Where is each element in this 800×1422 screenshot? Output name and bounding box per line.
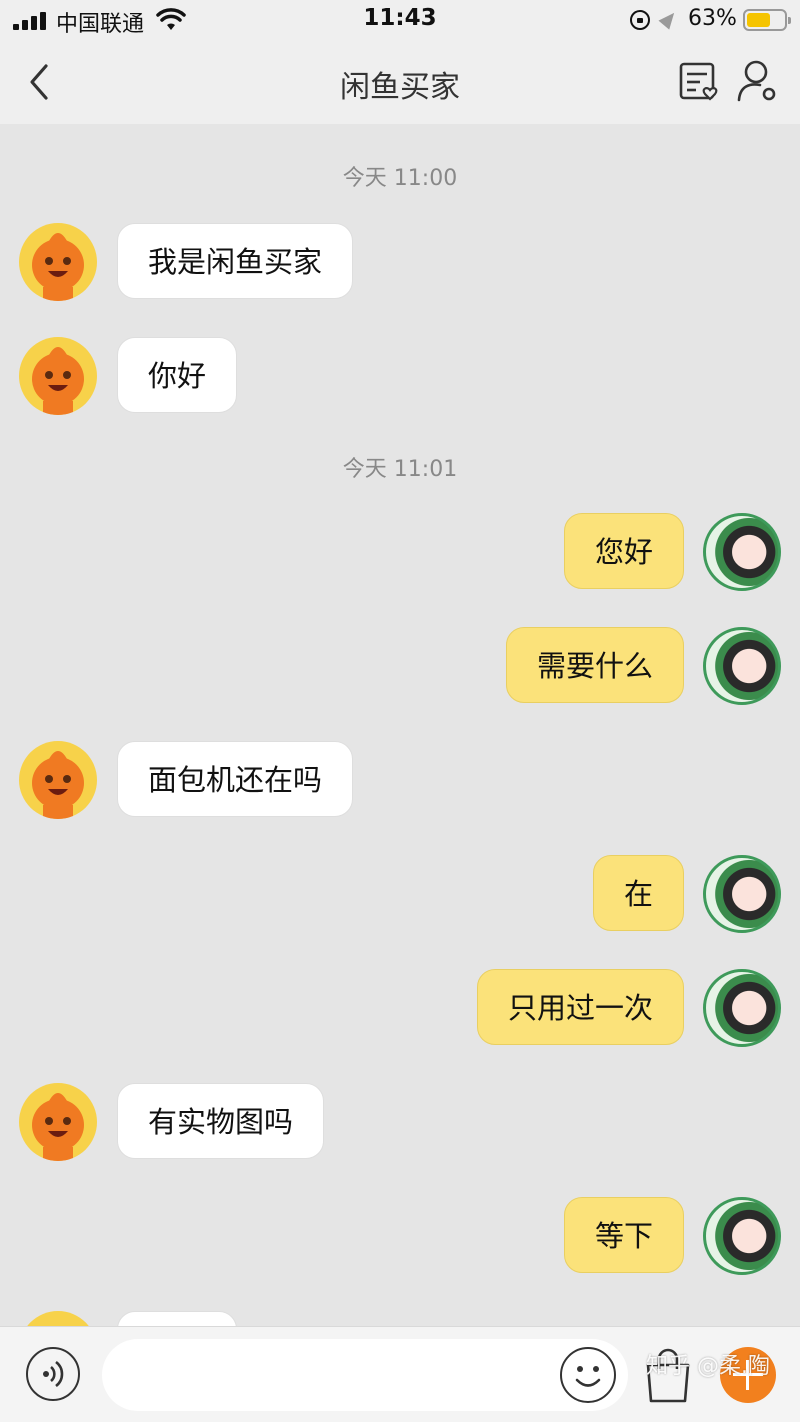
message-bubble[interactable]: 我是闲鱼买家 <box>117 223 354 299</box>
seller-avatar[interactable] <box>703 627 781 705</box>
emoji-icon[interactable] <box>560 1347 616 1403</box>
message-bubble[interactable]: 您好 <box>563 513 684 589</box>
buyer-avatar[interactable] <box>19 741 97 819</box>
seller-avatar[interactable] <box>703 969 781 1047</box>
message-bubble[interactable]: 需要什么 <box>505 627 684 703</box>
message-bubble[interactable]: 只用过一次 <box>476 969 684 1045</box>
buyer-avatar[interactable] <box>19 1083 97 1161</box>
user-settings-icon[interactable] <box>736 58 780 104</box>
timestamp: 今天 11:01 <box>342 457 458 482</box>
message-bubble[interactable]: 有实物图吗 <box>117 1083 325 1159</box>
voice-icon[interactable] <box>26 1347 80 1401</box>
seller-avatar[interactable] <box>703 855 781 933</box>
seller-avatar[interactable] <box>703 1197 781 1275</box>
status-bar: 中国联通 11:43 63% <box>0 0 800 40</box>
battery-icon <box>743 9 791 31</box>
message-bubble-partial[interactable] <box>117 1311 237 1326</box>
chat-area[interactable]: 今天 11:00 我是闲鱼买家 你好 今天 11:01 您好 需要什么 面包机还… <box>0 124 800 1326</box>
message-input[interactable] <box>102 1339 628 1411</box>
message-bubble[interactable]: 你好 <box>117 337 238 413</box>
clock: 11:43 <box>363 5 437 31</box>
seller-avatar[interactable] <box>703 513 781 591</box>
nav-bar: 闲鱼买家 <box>0 40 800 124</box>
buyer-avatar[interactable] <box>19 223 97 301</box>
timestamp: 今天 11:00 <box>342 166 458 191</box>
message-bubble[interactable]: 面包机还在吗 <box>117 741 354 817</box>
battery-percentage: 63% <box>688 6 737 31</box>
buyer-avatar[interactable] <box>19 1311 97 1326</box>
order-list-icon[interactable] <box>678 60 720 104</box>
rotation-lock-icon <box>630 10 650 30</box>
message-bubble[interactable]: 在 <box>592 855 684 931</box>
message-bubble[interactable]: 等下 <box>563 1197 684 1273</box>
buyer-avatar[interactable] <box>19 337 97 415</box>
watermark: 知乎 @柔.陶 <box>646 1354 770 1379</box>
